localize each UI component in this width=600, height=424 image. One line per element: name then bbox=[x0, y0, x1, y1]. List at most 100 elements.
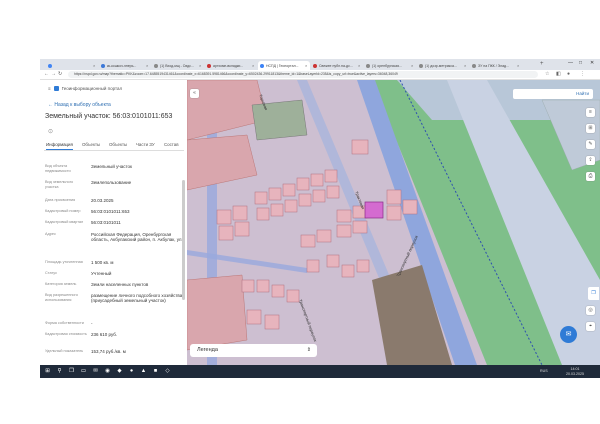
legend-label: Легенда bbox=[197, 347, 218, 353]
print-icon[interactable]: ⎙ bbox=[586, 172, 595, 181]
pin-icon[interactable]: ⊙ bbox=[48, 128, 53, 135]
attribute-value: 20.03.2025 bbox=[91, 198, 114, 203]
app-icon-5[interactable]: ◇ bbox=[163, 367, 172, 376]
profile-icon[interactable]: ● bbox=[567, 71, 570, 77]
keyboard-layout[interactable]: RUS bbox=[540, 369, 548, 374]
tab-title: (1) Вход-мщ - Свдс... bbox=[160, 63, 194, 68]
tab-title: НСПД | Геопортал... bbox=[266, 63, 299, 68]
tab-objects-1[interactable]: Объекты bbox=[82, 142, 100, 147]
tab-title: аргэомп-вкладки... bbox=[213, 63, 244, 68]
tab-objects-2[interactable]: Объекты bbox=[109, 142, 127, 147]
tab-close-icon[interactable]: × bbox=[358, 63, 360, 68]
clock-date: 20.03.2025 bbox=[566, 371, 584, 376]
share-icon[interactable]: ⇪ bbox=[586, 156, 595, 165]
measure-icon[interactable]: ⊞ bbox=[586, 124, 595, 133]
start-icon[interactable]: ⊞ bbox=[43, 367, 52, 376]
tab-favicon-icon bbox=[472, 63, 476, 68]
tab-title: ЗУ на ПКК / Элад... bbox=[478, 63, 509, 68]
browser-tab[interactable]: ЗУ на ПКК / Элад... × bbox=[470, 61, 522, 70]
side-panel-toggle-icon[interactable]: ❐ bbox=[588, 287, 599, 300]
tab-close-icon[interactable]: × bbox=[93, 63, 95, 68]
attribute-key: Площадь уточненная bbox=[45, 260, 83, 264]
tab-title: (1) дозр-метрикса... bbox=[425, 63, 457, 68]
tab-title: кк-кошкоч-энерь... bbox=[107, 63, 137, 68]
tab-close-icon[interactable]: × bbox=[199, 63, 201, 68]
attribute-value: 56:03:0101011:653 bbox=[91, 209, 130, 214]
mail-icon[interactable]: ✉ bbox=[91, 367, 100, 376]
clock[interactable]: 14:01 20.03.2025 bbox=[560, 367, 590, 376]
task-view-icon[interactable]: ❐ bbox=[67, 367, 76, 376]
app-icon-4[interactable]: ■ bbox=[151, 367, 160, 376]
app-icon-2[interactable]: ● bbox=[127, 367, 136, 376]
attribute-key: Вид объекта недвижимости bbox=[45, 164, 71, 173]
forward-icon[interactable]: → bbox=[51, 71, 56, 77]
chrome-icon[interactable]: ◉ bbox=[103, 367, 112, 376]
app-icon-1[interactable]: ◆ bbox=[115, 367, 124, 376]
browser-tab[interactable]: Свежее публ.на-дс... × bbox=[311, 61, 363, 70]
tab-close-icon[interactable]: × bbox=[517, 63, 519, 68]
map-canvas[interactable]: Торговая Трактовая Транспортный переулок… bbox=[187, 80, 600, 365]
map-search-input[interactable]: Найти bbox=[513, 89, 593, 99]
close-window-button[interactable]: ✕ bbox=[590, 60, 594, 66]
chat-assistant-icon[interactable]: ✉ bbox=[560, 326, 577, 343]
screen: × кк-кошкоч-энерь... × (1) Вход-мщ - Свдс..… bbox=[40, 59, 600, 378]
back-icon[interactable]: ← bbox=[44, 71, 49, 77]
menu-icon[interactable]: ≡ bbox=[48, 86, 51, 91]
taskbar-search-icon[interactable]: ⚲ bbox=[55, 367, 64, 376]
browser-tab[interactable]: (1) оренбургская... × bbox=[364, 61, 416, 70]
attribute-value: 56:03:0101011 bbox=[91, 220, 121, 225]
portal-name: Геоинформационный портал bbox=[61, 86, 123, 91]
attribute-key: Статус bbox=[45, 271, 58, 275]
panel-tabs: Информация Объекты Объекты Части ЗУ Сост… bbox=[44, 140, 184, 151]
tab-title: (1) оренбургская... bbox=[372, 63, 402, 68]
extensions-icon[interactable]: ◧ bbox=[556, 71, 561, 77]
browser-menu-icon[interactable]: ⋮ bbox=[580, 71, 585, 77]
app-icon-3[interactable]: ▲ bbox=[139, 367, 148, 376]
back-to-selection-link[interactable]: ← Назад к выбору объекта bbox=[48, 102, 111, 108]
tab-information[interactable]: Информация bbox=[46, 142, 73, 150]
attribute-value: Земельный участок bbox=[91, 164, 132, 169]
panel-scrollbar[interactable] bbox=[182, 180, 185, 300]
url-input[interactable]: https://nspd.gov.ru/map?thematic=PKK&zoo… bbox=[68, 71, 538, 78]
parcel-sw bbox=[187, 274, 248, 351]
browser-tab[interactable]: аргэомп-вкладки... × bbox=[205, 61, 257, 70]
browser-tab[interactable]: × bbox=[46, 61, 98, 70]
portal-brand[interactable]: ≡ Геоинформационный портал bbox=[48, 86, 122, 91]
tab-close-icon[interactable]: × bbox=[411, 63, 413, 68]
attribute-value: размещение личного подсобного хозяйства … bbox=[91, 293, 183, 304]
locate-icon[interactable]: ⌖ bbox=[586, 322, 595, 331]
collapse-panel-icon[interactable]: « bbox=[190, 89, 199, 98]
tab-close-icon[interactable]: × bbox=[252, 63, 254, 68]
selected-parcel bbox=[364, 201, 384, 219]
minimize-button[interactable]: — bbox=[568, 60, 573, 66]
tab-favicon-icon bbox=[207, 63, 211, 68]
browser-tab[interactable]: (1) Вход-мщ - Свдс... × bbox=[152, 61, 204, 70]
address-bar-row: ← → ↻ https://nspd.gov.ru/map?thematic=P… bbox=[40, 70, 600, 80]
browser-tab[interactable]: кк-кошкоч-энерь... × bbox=[99, 61, 151, 70]
attribute-value: Землепользование bbox=[91, 180, 132, 185]
browser-tab[interactable]: (1) дозр-метрикса... × bbox=[417, 61, 469, 70]
portal-logo-icon bbox=[53, 86, 59, 91]
browser-tab[interactable]: НСПД | Геопортал... × bbox=[258, 61, 310, 70]
maximize-button[interactable]: □ bbox=[579, 60, 582, 66]
attribute-key: Форма собственности bbox=[45, 321, 84, 325]
tab-composition[interactable]: Состав bbox=[164, 142, 179, 147]
new-tab-button[interactable]: + bbox=[540, 61, 544, 67]
layers-icon[interactable]: ≡ bbox=[586, 108, 595, 117]
tab-close-icon[interactable]: × bbox=[146, 63, 148, 68]
file-explorer-icon[interactable]: ▭ bbox=[79, 367, 88, 376]
edit-icon[interactable]: ✎ bbox=[586, 140, 595, 149]
tab-parts[interactable]: Части ЗУ bbox=[136, 142, 155, 147]
bookmark-star-icon[interactable]: ☆ bbox=[545, 71, 549, 77]
tab-close-icon[interactable]: × bbox=[305, 63, 307, 68]
reload-icon[interactable]: ↻ bbox=[58, 71, 62, 77]
attribute-key: Адрес bbox=[45, 232, 56, 236]
tab-title: Свежее публ.на-дс... bbox=[319, 63, 353, 68]
map-view[interactable]: Торговая Трактовая Транспортный переулок… bbox=[187, 80, 600, 365]
legend-dropdown[interactable]: Легенда ⇕ bbox=[190, 344, 317, 357]
clock-time: 14:01 bbox=[570, 367, 580, 371]
compass-icon[interactable]: ◎ bbox=[586, 306, 595, 315]
tab-close-icon[interactable]: × bbox=[464, 63, 466, 68]
attribute-key: Удельный показатель bbox=[45, 349, 84, 353]
page-title: Земельный участок: 56:03:0101011:653 bbox=[45, 113, 173, 120]
